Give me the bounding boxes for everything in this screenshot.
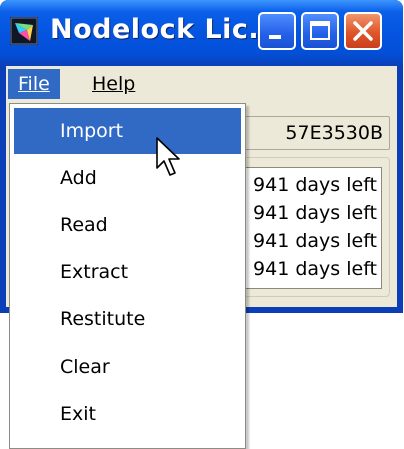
menu-item-restitute[interactable]: Restitute — [14, 296, 241, 342]
screen: Nodelock Lic... File Help 57E3530B 941 d… — [0, 0, 404, 449]
menu-item-extract-label: Extract — [60, 261, 129, 283]
menu-item-extract[interactable]: Extract — [14, 249, 241, 295]
menu-item-import[interactable]: Import — [14, 108, 241, 154]
license-row[interactable]: 941 days left — [253, 256, 377, 282]
maximize-icon — [310, 21, 330, 40]
license-row[interactable]: 941 days left — [253, 172, 377, 198]
menu-help[interactable]: Help — [82, 69, 145, 99]
app-icon[interactable] — [10, 17, 38, 45]
menu-help-label: Help — [92, 73, 136, 95]
menu-item-clear-label: Clear — [60, 356, 110, 378]
menu-file-label: File — [18, 73, 50, 95]
menu-file[interactable]: File — [8, 69, 60, 99]
window-border-right — [397, 66, 403, 313]
menu-item-add-label: Add — [60, 167, 97, 189]
license-row[interactable]: 941 days left — [253, 228, 377, 254]
menu-item-exit-label: Exit — [60, 403, 96, 425]
menu-item-restitute-label: Restitute — [60, 308, 146, 330]
close-icon — [353, 21, 373, 41]
minimize-button[interactable] — [258, 12, 296, 50]
file-menu-dropdown: Import Add Read Extract Restitute Clear … — [9, 103, 246, 449]
maximize-button[interactable] — [301, 12, 339, 50]
menu-item-exit[interactable]: Exit — [14, 391, 241, 437]
window-title: Nodelock Lic... — [50, 14, 281, 45]
license-row[interactable]: 941 days left — [253, 200, 377, 226]
menu-item-read[interactable]: Read — [14, 202, 241, 248]
menu-bar: File Help — [6, 66, 397, 103]
close-button[interactable] — [344, 12, 382, 50]
menu-item-import-label: Import — [60, 120, 124, 142]
minimize-icon — [269, 35, 281, 39]
title-bar[interactable]: Nodelock Lic... — [0, 0, 403, 66]
menu-item-add[interactable]: Add — [14, 155, 241, 201]
menu-item-clear[interactable]: Clear — [14, 344, 241, 390]
menu-item-read-label: Read — [60, 214, 108, 236]
